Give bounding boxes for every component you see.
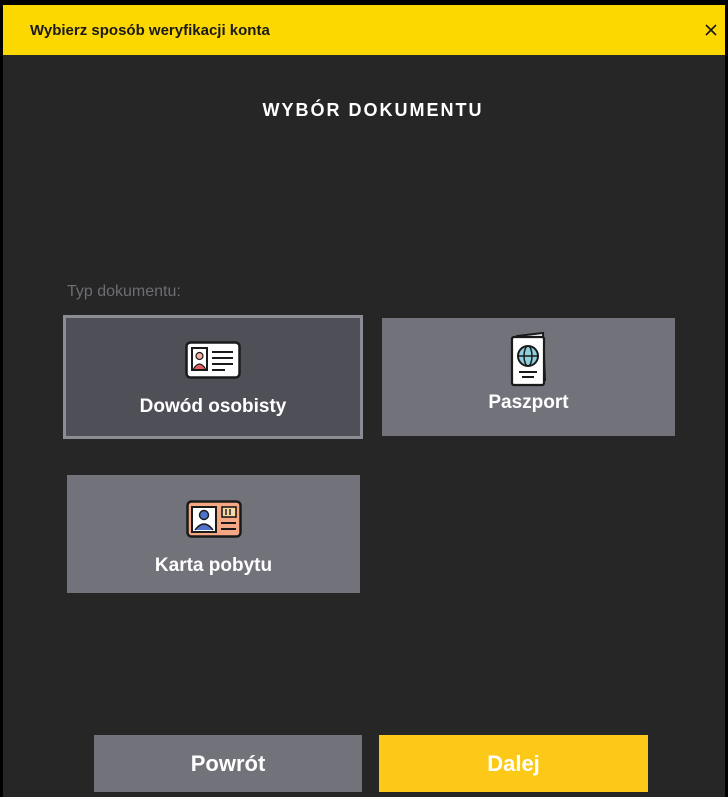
page-title: WYBÓR DOKUMENTU <box>262 100 484 120</box>
next-button[interactable]: Dalej <box>379 735 648 792</box>
modal-header-title: Wybierz sposób weryfikacji konta <box>30 21 270 39</box>
back-button-label: Powrót <box>190 750 266 776</box>
close-icon <box>705 24 717 36</box>
id-card-icon <box>185 341 241 379</box>
next-button-label: Dalej <box>487 750 540 776</box>
option-id-card-label: Dowód osobisty <box>139 396 287 417</box>
document-type-label: Typ dokumentu: <box>67 283 181 300</box>
option-id-card[interactable]: Dowód osobisty <box>63 315 363 439</box>
close-button[interactable] <box>699 18 723 42</box>
back-button[interactable]: Powrót <box>94 735 362 792</box>
verification-modal: Wybierz sposób weryfikacji konta WYBÓR D… <box>3 5 725 797</box>
passport-icon <box>510 332 546 387</box>
option-passport-label: Paszport <box>488 392 569 413</box>
option-passport[interactable]: Paszport <box>382 318 675 436</box>
option-residence-card[interactable]: Karta pobytu <box>67 475 360 593</box>
modal-header: Wybierz sposób weryfikacji konta <box>3 5 725 55</box>
option-residence-card-label: Karta pobytu <box>154 555 273 576</box>
residence-card-icon <box>185 500 242 538</box>
